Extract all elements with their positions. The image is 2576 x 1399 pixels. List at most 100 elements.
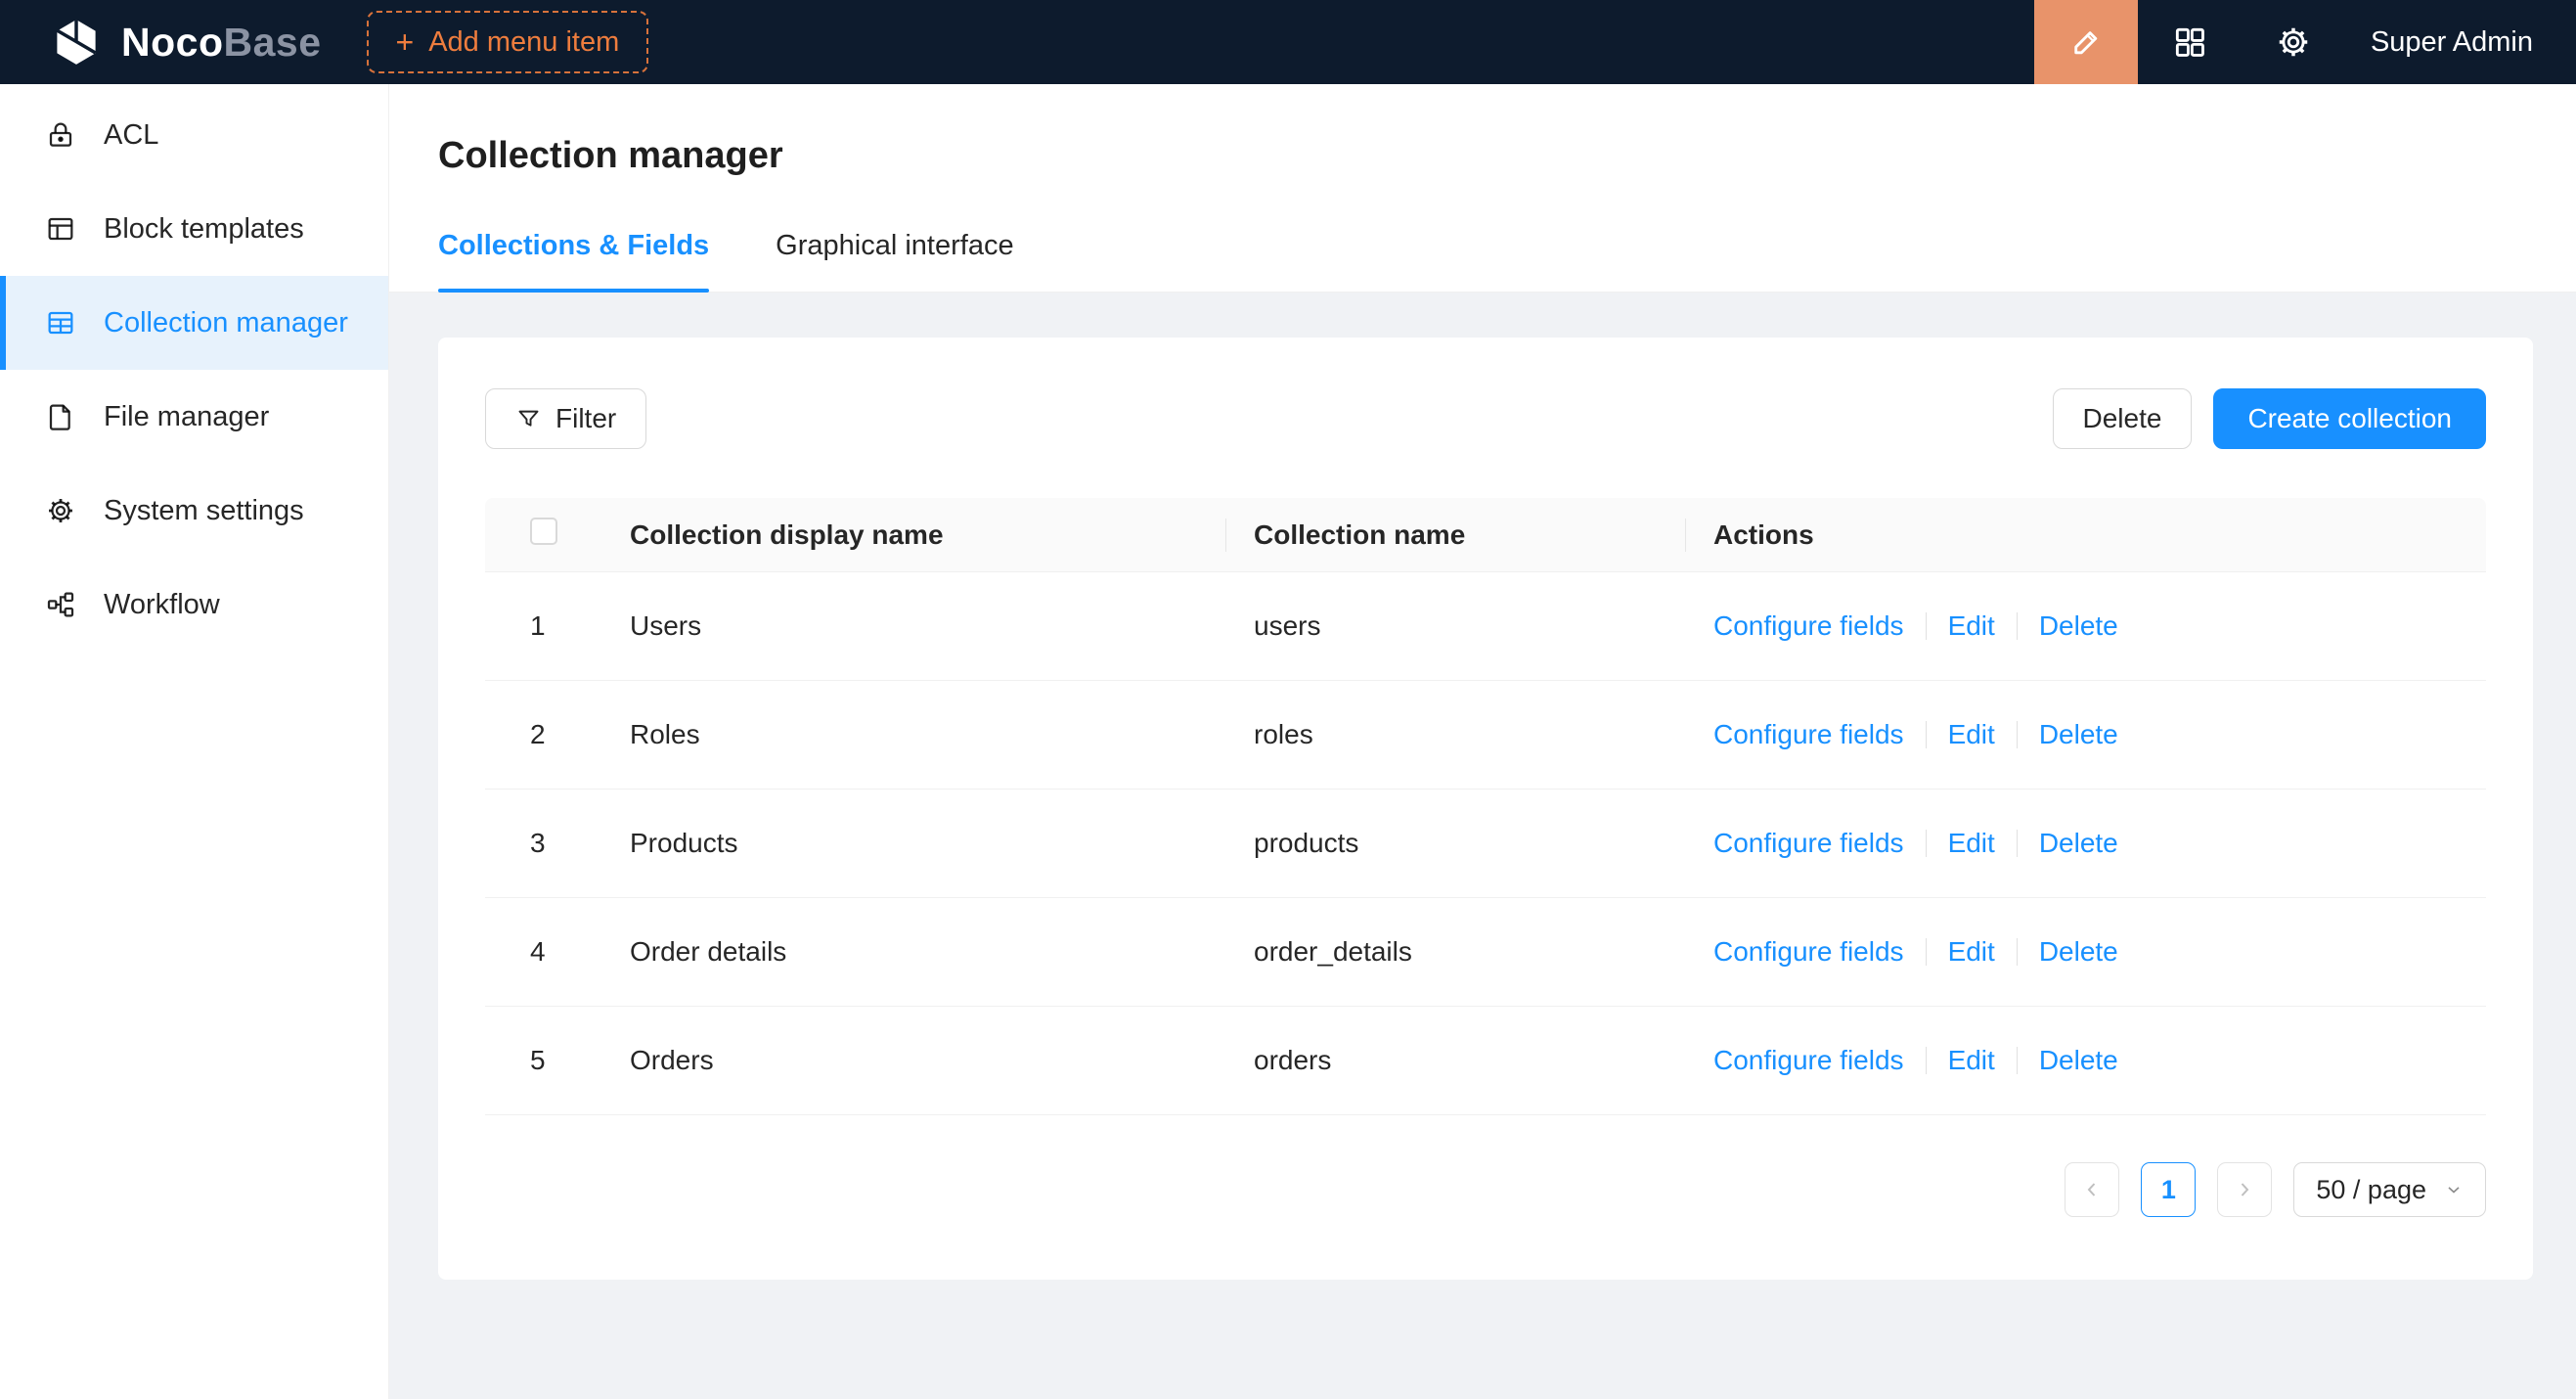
- divider: [2017, 612, 2018, 640]
- row-actions: Configure fields Edit Delete: [1713, 1045, 2486, 1076]
- collection-display-name: Order details: [630, 936, 1254, 968]
- page-size-value: 50 / page: [2316, 1175, 2426, 1205]
- main-content: Collection manager Collections & Fields …: [389, 84, 2576, 1399]
- row-index: 2: [485, 719, 630, 750]
- delete-link[interactable]: Delete: [2039, 1045, 2118, 1076]
- navbar-right: Super Admin: [2034, 0, 2576, 84]
- sidebar-item-workflow[interactable]: Workflow: [0, 558, 388, 652]
- row-index: 1: [485, 610, 630, 642]
- sidebar-item-label: System settings: [104, 495, 304, 527]
- collection-name: orders: [1254, 1045, 1713, 1076]
- add-menu-item-button[interactable]: + Add menu item: [367, 11, 649, 73]
- lock-icon: [45, 119, 76, 151]
- page-title: Collection manager: [438, 135, 2527, 177]
- collection-name: roles: [1254, 719, 1713, 750]
- divider: [1926, 938, 1927, 966]
- plus-icon: +: [396, 26, 415, 58]
- collection-name: users: [1254, 610, 1713, 642]
- collection-display-name: Orders: [630, 1045, 1254, 1076]
- prev-page-button[interactable]: [2065, 1162, 2119, 1217]
- create-collection-button[interactable]: Create collection: [2213, 388, 2486, 449]
- sidebar-item-label: Collection manager: [104, 307, 348, 339]
- row-actions: Configure fields Edit Delete: [1713, 828, 2486, 859]
- edit-link[interactable]: Edit: [1948, 719, 1995, 750]
- edit-link[interactable]: Edit: [1948, 936, 1995, 968]
- tab-collections-fields[interactable]: Collections & Fields: [438, 204, 709, 292]
- divider: [1926, 830, 1927, 857]
- tab-graphical-interface[interactable]: Graphical interface: [776, 204, 1013, 292]
- collection-name: products: [1254, 828, 1713, 859]
- highlighter-icon: [2067, 23, 2105, 61]
- row-index: 5: [485, 1045, 630, 1076]
- gear-icon: [2275, 23, 2312, 61]
- shell: ACL Block templates Collection manager F…: [0, 84, 2576, 1399]
- card-toolbar: Filter Delete Create collection: [485, 388, 2486, 449]
- row-actions: Configure fields Edit Delete: [1713, 719, 2486, 750]
- delete-button[interactable]: Delete: [2053, 388, 2193, 449]
- wordmark: NocoBase: [121, 20, 322, 66]
- table-row: 4 Order details order_details Configure …: [485, 898, 2486, 1007]
- collection-name: order_details: [1254, 936, 1713, 968]
- configure-fields-link[interactable]: Configure fields: [1713, 610, 1904, 642]
- page-size-select[interactable]: 50 / page: [2293, 1162, 2486, 1217]
- collection-display-name: Roles: [630, 719, 1254, 750]
- collection-display-name: Products: [630, 828, 1254, 859]
- select-all-cell: [485, 518, 630, 552]
- cube-logo-icon: [49, 15, 104, 69]
- page-1-button[interactable]: 1: [2141, 1162, 2196, 1217]
- row-index: 4: [485, 936, 630, 968]
- configure-fields-link[interactable]: Configure fields: [1713, 936, 1904, 968]
- settings-button[interactable]: [2242, 0, 2345, 84]
- next-page-button[interactable]: [2217, 1162, 2272, 1217]
- column-header-display-name: Collection display name: [630, 519, 1254, 551]
- divider: [2017, 1047, 2018, 1074]
- divider: [1926, 1047, 1927, 1074]
- ui-editor-button[interactable]: [2034, 0, 2138, 84]
- divider: [1926, 721, 1927, 748]
- filter-button[interactable]: Filter: [485, 388, 646, 449]
- pagination: 1 50 / page: [485, 1162, 2486, 1217]
- sidebar-item-file-manager[interactable]: File manager: [0, 370, 388, 464]
- configure-fields-link[interactable]: Configure fields: [1713, 1045, 1904, 1076]
- add-menu-item-label: Add menu item: [428, 26, 619, 59]
- row-index: 3: [485, 828, 630, 859]
- collection-display-name: Users: [630, 610, 1254, 642]
- divider: [2017, 938, 2018, 966]
- sidebar-item-acl[interactable]: ACL: [0, 88, 388, 182]
- column-header-name: Collection name: [1254, 519, 1713, 551]
- sidebar-item-collection-manager[interactable]: Collection manager: [0, 276, 388, 370]
- row-actions: Configure fields Edit Delete: [1713, 936, 2486, 968]
- workflow-icon: [45, 589, 76, 620]
- chevron-right-icon: [2233, 1178, 2256, 1201]
- plugins-button[interactable]: [2138, 0, 2242, 84]
- configure-fields-link[interactable]: Configure fields: [1713, 719, 1904, 750]
- sidebar-item-block-templates[interactable]: Block templates: [0, 182, 388, 276]
- row-actions: Configure fields Edit Delete: [1713, 610, 2486, 642]
- delete-link[interactable]: Delete: [2039, 719, 2118, 750]
- delete-link[interactable]: Delete: [2039, 936, 2118, 968]
- sidebar-item-label: Block templates: [104, 213, 304, 246]
- app-window: NocoBase + Add menu item: [0, 0, 2576, 1399]
- user-menu[interactable]: Super Admin: [2371, 26, 2533, 59]
- select-all-checkbox[interactable]: [530, 518, 557, 545]
- edit-link[interactable]: Edit: [1948, 610, 1995, 642]
- column-header-actions: Actions: [1713, 519, 2486, 551]
- delete-link[interactable]: Delete: [2039, 610, 2118, 642]
- configure-fields-link[interactable]: Configure fields: [1713, 828, 1904, 859]
- nocobase-logo[interactable]: NocoBase: [49, 15, 322, 69]
- table-row: 3 Products products Configure fields Edit…: [485, 790, 2486, 898]
- table-header: Collection display name Collection name …: [485, 498, 2486, 572]
- sidebar-item-system-settings[interactable]: System settings: [0, 464, 388, 558]
- sidebar: ACL Block templates Collection manager F…: [0, 84, 389, 1399]
- sidebar-item-label: File manager: [104, 401, 269, 433]
- delete-link[interactable]: Delete: [2039, 828, 2118, 859]
- collections-card: Filter Delete Create collection Collecti…: [438, 338, 2533, 1280]
- edit-link[interactable]: Edit: [1948, 1045, 1995, 1076]
- grid-icon: [2171, 23, 2208, 61]
- sidebar-item-label: ACL: [104, 119, 158, 152]
- filter-label: Filter: [555, 403, 616, 434]
- divider: [2017, 830, 2018, 857]
- edit-link[interactable]: Edit: [1948, 828, 1995, 859]
- layout-icon: [45, 213, 76, 245]
- table-row: 5 Orders orders Configure fields Edit Dele…: [485, 1007, 2486, 1115]
